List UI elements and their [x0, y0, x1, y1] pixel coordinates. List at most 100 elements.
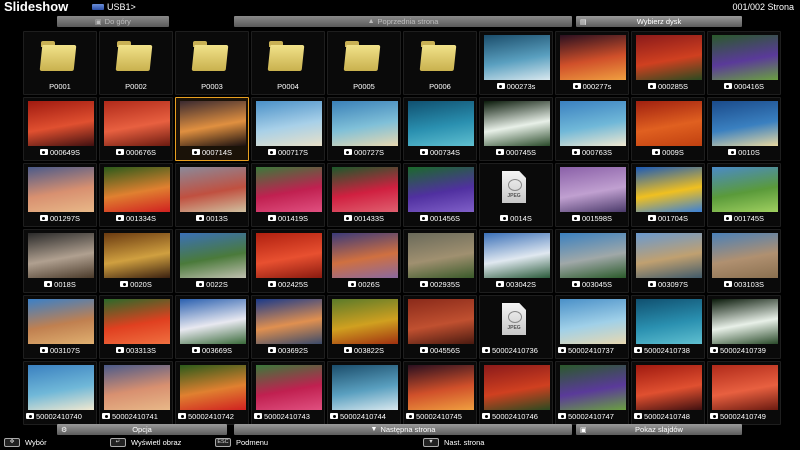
disk-icon: ▤: [580, 18, 587, 26]
image-item[interactable]: 001297S: [23, 163, 97, 227]
thumbnail-image: [560, 101, 626, 146]
image-item[interactable]: 0022S: [175, 229, 249, 293]
slideshow-button[interactable]: ▣ Pokaz slajdów: [576, 424, 742, 435]
folder-item[interactable]: P0006: [403, 31, 477, 95]
image-item[interactable]: 001433S: [327, 163, 401, 227]
image-item[interactable]: 50002410741: [99, 361, 173, 425]
image-item[interactable]: 50002410748: [631, 361, 705, 425]
thumbnail-image: [408, 365, 474, 410]
image-item[interactable]: 0013S: [175, 163, 249, 227]
image-item[interactable]: 50002410746: [479, 361, 553, 425]
image-item[interactable]: 000285S: [631, 31, 705, 95]
option-button[interactable]: ⚙ Opcja: [57, 424, 227, 435]
image-item[interactable]: 000717S: [251, 97, 325, 161]
select-disk-button[interactable]: ▤ Wybierz dysk: [576, 16, 742, 27]
image-item[interactable]: 000676S: [99, 97, 173, 161]
thumbnail-image: [560, 299, 626, 344]
image-item[interactable]: 003045S: [555, 229, 629, 293]
image-item[interactable]: 000763S: [555, 97, 629, 161]
image-item[interactable]: 004556S: [403, 295, 477, 359]
camera-icon: [39, 347, 48, 353]
image-item[interactable]: 0018S: [23, 229, 97, 293]
jpeg-text: JPEG: [507, 193, 521, 199]
image-item[interactable]: 002425S: [251, 229, 325, 293]
image-item[interactable]: 003097S: [631, 229, 705, 293]
thumbnail-image: [332, 101, 398, 146]
image-item[interactable]: 0009S: [631, 97, 705, 161]
image-item[interactable]: 003822S: [327, 295, 401, 359]
image-item[interactable]: 0026S: [327, 229, 401, 293]
camera-icon: [267, 281, 276, 287]
folder-item[interactable]: P0002: [99, 31, 173, 95]
item-caption: 000277s: [556, 82, 628, 92]
image-item[interactable]: 000649S: [23, 97, 97, 161]
thumbnail-image: [560, 233, 626, 278]
image-item[interactable]: 50002410747: [555, 361, 629, 425]
image-item[interactable]: 000745S: [479, 97, 553, 161]
image-item[interactable]: 001419S: [251, 163, 325, 227]
camera-icon: [343, 149, 352, 155]
item-caption: P0001: [24, 82, 96, 92]
image-item[interactable]: 000273s: [479, 31, 553, 95]
folder-item[interactable]: P0004: [251, 31, 325, 95]
camera-icon: [196, 215, 205, 221]
item-label: 001704S: [657, 214, 689, 223]
folder-item[interactable]: P0005: [327, 31, 401, 95]
item-caption: 0022S: [176, 280, 248, 290]
item-label: P0003: [201, 82, 223, 91]
folder-item[interactable]: P0003: [175, 31, 249, 95]
image-item[interactable]: 001456S: [403, 163, 477, 227]
item-label: 003107S: [49, 346, 81, 355]
image-item[interactable]: 000714S: [175, 97, 249, 161]
thumbnail-image: [28, 365, 94, 410]
folder-item[interactable]: P0001: [23, 31, 97, 95]
image-item[interactable]: 000734S: [403, 97, 477, 161]
thumbnail-image: [28, 167, 94, 212]
image-item[interactable]: 003669S: [175, 295, 249, 359]
image-item[interactable]: 0020S: [99, 229, 173, 293]
item-caption: 50002410736: [480, 346, 552, 356]
image-item[interactable]: 001745S: [707, 163, 781, 227]
thumbnail-image: [180, 299, 246, 344]
image-item[interactable]: 003692S: [251, 295, 325, 359]
folder-icon: [115, 41, 153, 71]
image-item[interactable]: 50002410742: [175, 361, 249, 425]
thumbnail-image: [256, 101, 322, 146]
image-item[interactable]: 003313S: [99, 295, 173, 359]
image-item[interactable]: 001598S: [555, 163, 629, 227]
image-item[interactable]: 002935S: [403, 229, 477, 293]
camera-icon: [26, 413, 34, 419]
thumbnail-image: [560, 35, 626, 80]
slideshow-icon: ▣: [580, 426, 587, 434]
image-item[interactable]: 50002410744: [327, 361, 401, 425]
item-label: 003822S: [353, 346, 385, 355]
image-item[interactable]: JPEG 0014S: [479, 163, 553, 227]
camera-icon: [39, 215, 48, 221]
image-item[interactable]: JPEG 50002410736: [479, 295, 553, 359]
image-item[interactable]: 50002410737: [555, 295, 629, 359]
image-item[interactable]: 50002410743: [251, 361, 325, 425]
image-item[interactable]: 001334S: [99, 163, 173, 227]
image-item[interactable]: 000727S: [327, 97, 401, 161]
image-item[interactable]: 50002410738: [631, 295, 705, 359]
image-item[interactable]: 001704S: [631, 163, 705, 227]
image-item[interactable]: 003103S: [707, 229, 781, 293]
image-item[interactable]: 50002410749: [707, 361, 781, 425]
top-navigation: ▣ Do góry ▲ Poprzednia strona ▤ Wybierz …: [57, 16, 742, 27]
previous-page-button[interactable]: ▲ Poprzednia strona: [234, 16, 572, 27]
image-item[interactable]: 50002410745: [403, 361, 477, 425]
image-item[interactable]: 50002410740: [23, 361, 97, 425]
thumbnail-image: [560, 167, 626, 212]
camera-icon: [178, 413, 186, 419]
image-item[interactable]: 50002410739: [707, 295, 781, 359]
image-item[interactable]: 0010S: [707, 97, 781, 161]
image-item[interactable]: 000416S: [707, 31, 781, 95]
thumbnail-grid: P0001 P0002 P0003 P0004 P0005 P0006 000273s 000…: [23, 31, 781, 425]
image-item[interactable]: 003107S: [23, 295, 97, 359]
up-button[interactable]: ▣ Do góry: [57, 16, 169, 27]
image-item[interactable]: 000277s: [555, 31, 629, 95]
item-caption: 50002410748: [632, 412, 704, 422]
image-item[interactable]: 003042S: [479, 229, 553, 293]
next-page-button[interactable]: ▼ Następna strona: [234, 424, 572, 435]
camera-icon: [419, 149, 428, 155]
